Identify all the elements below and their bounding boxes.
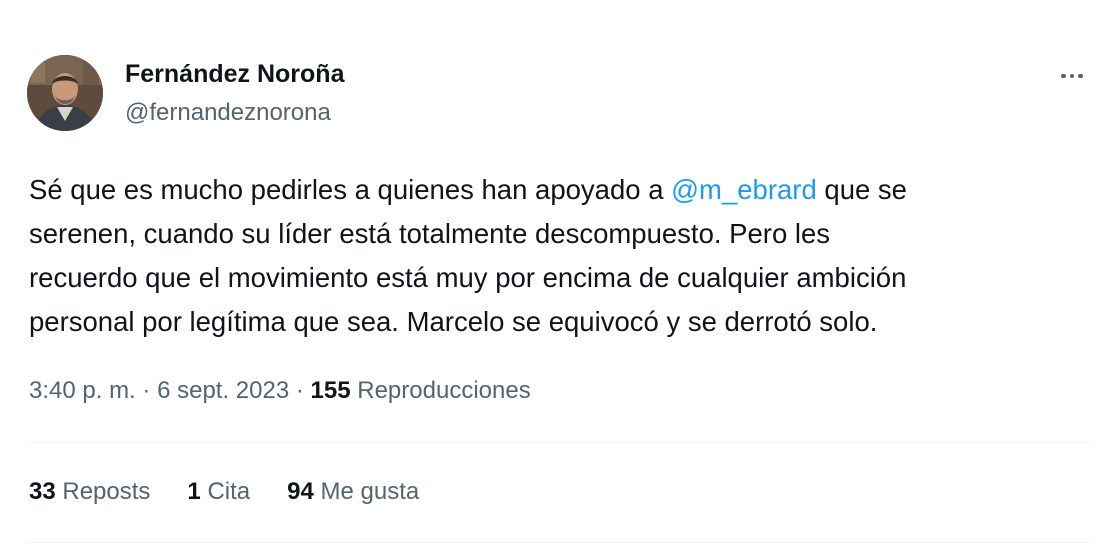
profile-photo-icon (27, 55, 103, 131)
engagement-stats: 33 Reposts 1 Cita 94 Me gusta (29, 478, 419, 506)
meta-separator-2: · (295, 377, 304, 404)
likes-stat[interactable]: 94 Me gusta (287, 478, 419, 506)
tweet: Fernández Noroña @fernandeznorona Sé que… (0, 0, 1120, 553)
more-options-button[interactable] (1052, 62, 1092, 90)
tweet-text-segment: Sé que es mucho pedirles a quienes han a… (29, 174, 672, 205)
tweet-time[interactable]: 3:40 p. m. (29, 377, 136, 404)
author-handle[interactable]: @fernandeznorona (125, 99, 331, 127)
author-display-name[interactable]: Fernández Noroña (125, 60, 344, 89)
tweet-text-segment: que se (816, 174, 907, 205)
tweet-text-line-4: personal por legítima que sea. Marcelo s… (29, 306, 878, 337)
tweet-text: Sé que es mucho pedirles a quienes han a… (29, 168, 1099, 344)
mention-link[interactable]: @m_ebrard (671, 174, 817, 205)
likes-label: Me gusta (320, 478, 420, 505)
reposts-label: Reposts (62, 478, 151, 505)
divider-bottom (27, 542, 1090, 543)
more-horizontal-icon-dot (1078, 73, 1083, 79)
tweet-meta: 3:40 p. m. · 6 sept. 2023 · 155 Reproduc… (29, 377, 531, 405)
tweet-date[interactable]: 6 sept. 2023 (157, 377, 289, 404)
divider (27, 442, 1090, 443)
tweet-text-line-3: recuerdo que el movimiento está muy por … (29, 262, 907, 293)
views-label: Reproducciones (357, 377, 531, 404)
reposts-stat[interactable]: 33 Reposts (29, 478, 150, 506)
tweet-text-line-1: Sé que es mucho pedirles a quienes han a… (29, 168, 1099, 212)
quotes-count: 1 (187, 478, 201, 505)
views-count: 155 (310, 377, 351, 404)
more-horizontal-icon (1061, 73, 1066, 79)
avatar[interactable] (27, 55, 103, 131)
meta-separator: · (142, 377, 151, 404)
more-horizontal-icon-dot (1069, 73, 1075, 79)
quotes-label: Cita (207, 478, 251, 505)
quotes-stat[interactable]: 1 Cita (187, 478, 250, 506)
likes-count: 94 (287, 478, 314, 505)
reposts-count: 33 (29, 478, 56, 505)
tweet-text-line-2: serenen, cuando su líder está totalmente… (29, 218, 831, 249)
